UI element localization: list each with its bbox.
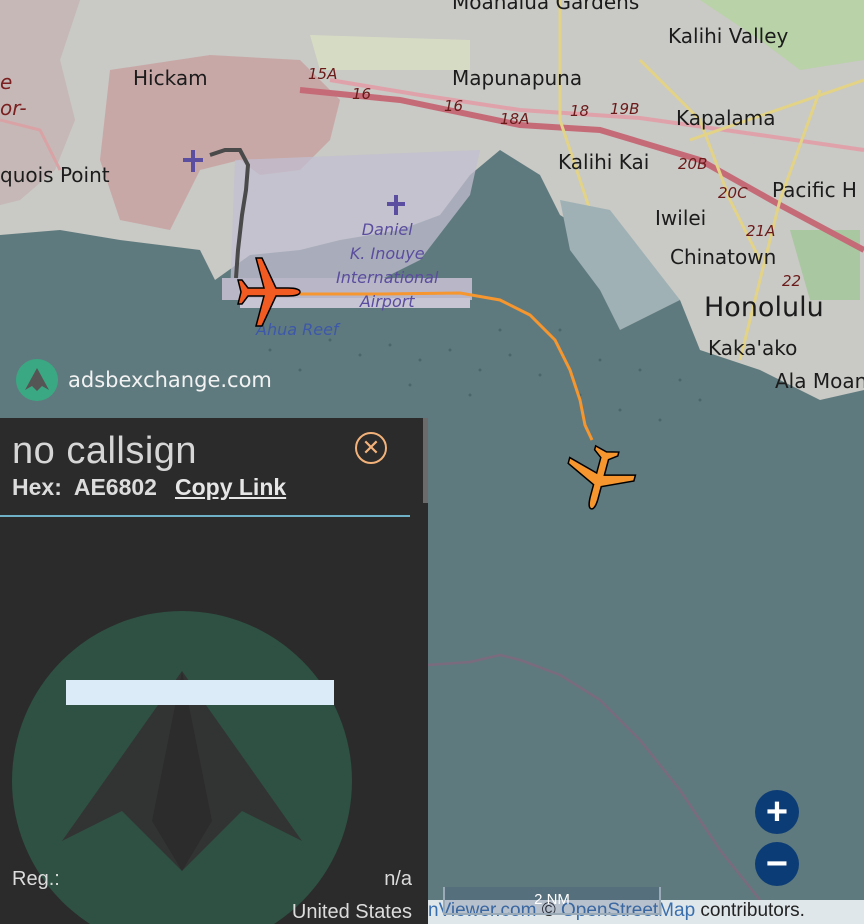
panel-scrollbar[interactable] — [423, 418, 428, 503]
map-label-ala-moana: Ala Moan — [775, 369, 864, 393]
airport-line: International — [336, 268, 439, 287]
airport-line: K. Inouye — [349, 244, 425, 263]
adsbexchange-logo — [16, 359, 58, 401]
road-number: 18A — [500, 110, 530, 128]
reg-label: Reg.: — [12, 868, 60, 890]
attribution-text: contributors. — [695, 900, 805, 921]
map-label-moanalua: Moanalua Gardens — [452, 0, 640, 14]
hex-row: Hex: AE6802 Copy Link — [12, 474, 286, 501]
callsign-title: no callsign — [12, 430, 198, 472]
map-label-mapunapuna: Mapunapuna — [452, 66, 583, 90]
map-label-edge-2: or- — [0, 96, 27, 120]
hex-label: Hex: — [12, 474, 62, 500]
road-number: 15A — [308, 65, 338, 83]
map-label-kapalama: Kapalama — [676, 106, 776, 130]
airport-line: Airport — [359, 292, 415, 311]
zoom-in-button[interactable]: + — [755, 790, 799, 834]
map-label-chinatown: Chinatown — [670, 245, 777, 269]
airport-line: Daniel — [361, 220, 413, 239]
photo-banner — [66, 680, 334, 705]
road-number: 19B — [610, 100, 640, 118]
brand-text: adsbexchange.com — [68, 368, 272, 392]
road-number: 18 — [570, 102, 590, 120]
map-label-honolulu: Honolulu — [704, 292, 824, 323]
map-label-kalihi-kai: Kalihi Kai — [558, 150, 650, 174]
map-label-pacific-heights: Pacific H — [772, 178, 857, 202]
reg-value: n/a — [384, 868, 412, 890]
minus-icon: − — [765, 843, 789, 885]
hex-value: AE6802 — [73, 474, 157, 500]
road-number: 16 — [352, 85, 372, 103]
aircraft-info-panel: no callsign ✕ Hex: AE6802 Copy Link Reg.… — [0, 418, 428, 924]
close-icon: ✕ — [361, 435, 381, 460]
aircraft-photo-placeholder — [12, 611, 352, 924]
panel-divider — [0, 515, 410, 517]
map-label-edge-1: e — [0, 70, 13, 94]
map-label-airport: Daniel K. Inouye International Airport — [336, 218, 438, 314]
aircraft-icon-selected[interactable] — [228, 256, 308, 328]
scale-label: 2 NM — [534, 891, 570, 908]
map-label-quois-point: quois Point — [0, 163, 110, 187]
copy-link[interactable]: Copy Link — [175, 474, 286, 501]
map-label-hickam: Hickam — [133, 66, 208, 90]
road-number: 16 — [444, 97, 464, 115]
brand-icon — [25, 368, 49, 391]
brand-logo-link[interactable]: adsbexchange.com — [16, 359, 272, 401]
plus-icon: + — [765, 791, 789, 833]
map-label-iwilei: Iwilei — [655, 206, 707, 230]
close-button[interactable]: ✕ — [355, 432, 387, 464]
scale-bar: 2 NM — [443, 887, 661, 915]
country-value: United States — [291, 901, 412, 923]
placeholder-plane-icon — [62, 671, 302, 871]
zoom-out-button[interactable]: − — [755, 842, 799, 886]
map-label-kalihi-valley: Kalihi Valley — [668, 24, 789, 48]
road-number: 22 — [782, 272, 802, 290]
aircraft-icon[interactable] — [560, 436, 640, 516]
road-number: 21A — [746, 222, 776, 240]
road-number: 20B — [678, 155, 708, 173]
road-number: 20C — [718, 184, 748, 202]
map-label-kakaako: Kaka'ako — [708, 336, 798, 360]
